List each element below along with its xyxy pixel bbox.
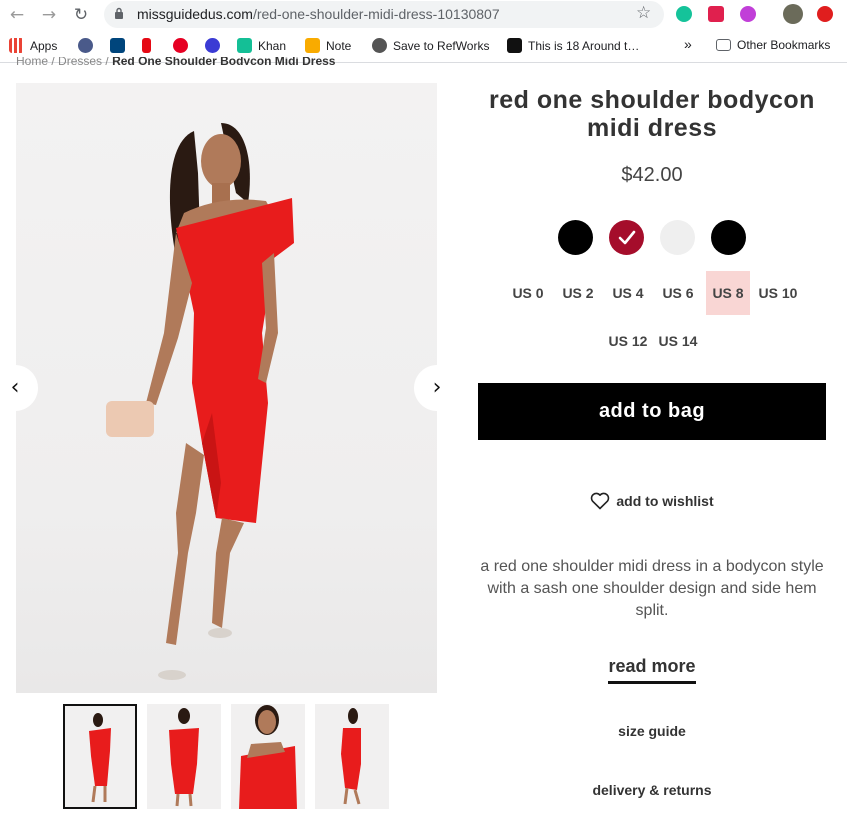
forward-arrow-icon[interactable]: → bbox=[38, 4, 60, 26]
gallery-next-button[interactable]: › bbox=[414, 365, 460, 411]
color-swatch-red-selected[interactable] bbox=[609, 220, 644, 255]
apps-grid-icon bbox=[9, 38, 24, 53]
model-photo bbox=[106, 123, 294, 680]
bookmark-khan[interactable]: Khan bbox=[237, 38, 286, 53]
color-swatch-white[interactable] bbox=[660, 220, 695, 255]
color-swatch-black-2[interactable] bbox=[711, 220, 746, 255]
breadcrumb-current: Red One Shoulder Bodycon Midi Dress bbox=[112, 57, 336, 65]
bookmark-star-icon[interactable]: ☆ bbox=[636, 3, 651, 23]
quizlet-icon bbox=[205, 38, 220, 53]
wishlist-label: add to wishlist bbox=[616, 493, 714, 509]
heart-icon bbox=[591, 492, 610, 510]
read-more-label: read more bbox=[608, 656, 696, 684]
bookmark-pinterest[interactable] bbox=[173, 38, 188, 53]
product-description: a red one shoulder midi dress in a bodyc… bbox=[480, 558, 824, 619]
other-bookmarks[interactable]: Other Bookmarks bbox=[716, 38, 830, 52]
thumbnail-3[interactable] bbox=[231, 704, 305, 809]
pinterest-icon bbox=[173, 38, 188, 53]
note-icon bbox=[305, 38, 320, 53]
size-option[interactable]: US 12 bbox=[603, 319, 653, 363]
folder-icon bbox=[716, 39, 731, 51]
bookmarks-overflow[interactable]: » bbox=[684, 36, 692, 52]
bookmark-1[interactable] bbox=[78, 38, 93, 53]
bookmark-quizlet[interactable] bbox=[205, 38, 220, 53]
size-option[interactable]: US 4 bbox=[603, 271, 653, 315]
bookmark-label: Khan bbox=[258, 38, 287, 53]
add-to-bag-button[interactable]: add to bag bbox=[478, 383, 826, 440]
back-arrow-icon[interactable]: ← bbox=[6, 4, 28, 26]
bookmark-netflix[interactable] bbox=[142, 38, 151, 53]
color-swatch-black[interactable] bbox=[558, 220, 593, 255]
reload-icon[interactable]: ↻ bbox=[70, 4, 92, 26]
browser-toolbar: ← → ↻ missguidedus.com/red-one-shoulder-… bbox=[0, 0, 847, 30]
size-guide-link[interactable]: size guide bbox=[478, 723, 826, 739]
bookmark-paypal[interactable] bbox=[110, 38, 125, 53]
thumbnail-1[interactable] bbox=[63, 704, 137, 809]
khan-icon bbox=[237, 38, 252, 53]
overflow-icon: » bbox=[684, 36, 692, 52]
grammarly-extension-icon[interactable] bbox=[676, 6, 692, 22]
profile-avatar[interactable] bbox=[783, 4, 803, 24]
bookmark-refworks[interactable]: Save to RefWorks bbox=[372, 38, 489, 53]
size-option[interactable]: US 10 bbox=[753, 271, 803, 315]
nyt-icon bbox=[507, 38, 522, 53]
bookmark-label: Note bbox=[326, 38, 352, 53]
thumbnail-4[interactable] bbox=[315, 704, 389, 809]
product-title: red one shoulder bodycon midi dress bbox=[489, 86, 815, 142]
breadcrumb-category[interactable]: Dresses bbox=[58, 57, 102, 65]
lock-icon bbox=[115, 7, 123, 19]
netflix-icon bbox=[142, 38, 151, 53]
thumbnail-strip bbox=[63, 704, 389, 809]
bookmark-1-icon bbox=[78, 38, 93, 53]
product-price: $42.00 bbox=[621, 164, 683, 186]
globe-icon bbox=[372, 38, 387, 53]
bookmark-label: Apps bbox=[30, 38, 58, 53]
bookmark-label: Save to RefWorks bbox=[393, 38, 490, 53]
extension-upload-icon[interactable] bbox=[817, 6, 833, 22]
thumbnail-photo bbox=[239, 705, 297, 809]
bookmark-apps[interactable]: Apps bbox=[9, 38, 57, 53]
breadcrumb-separator: / bbox=[105, 57, 109, 65]
bookmark-note[interactable]: Note bbox=[305, 38, 351, 53]
thumbnail-2[interactable] bbox=[147, 704, 221, 809]
extension-face-icon[interactable] bbox=[740, 6, 756, 22]
chevron-left-icon: ‹ bbox=[10, 375, 20, 400]
thumbnail-photo bbox=[89, 713, 111, 803]
read-more-link[interactable]: read more bbox=[478, 656, 826, 684]
add-to-wishlist-link[interactable]: add to wishlist bbox=[478, 492, 826, 510]
paypal-icon bbox=[110, 38, 125, 53]
bookmark-label: Other Bookmarks bbox=[737, 38, 831, 52]
checkmark-icon bbox=[618, 230, 636, 245]
thumbnail-photo bbox=[341, 708, 361, 805]
breadcrumb-separator: / bbox=[51, 57, 55, 65]
breadcrumb-home[interactable]: Home bbox=[16, 57, 48, 65]
delivery-returns-link[interactable]: delivery & returns bbox=[478, 782, 826, 798]
breadcrumb: Home / Dresses / Red One Shoulder Bodyco… bbox=[16, 57, 335, 65]
size-option[interactable]: US 2 bbox=[553, 271, 603, 315]
extension-r-icon[interactable] bbox=[708, 6, 724, 22]
size-option[interactable]: US 0 bbox=[503, 271, 553, 315]
thumbnail-photo bbox=[169, 708, 199, 807]
url-text[interactable]: missguidedus.com/red-one-shoulder-midi-d… bbox=[137, 6, 500, 22]
chevron-right-icon: › bbox=[432, 375, 442, 400]
size-options-row-2: US 12 US 14 bbox=[603, 319, 703, 363]
bookmark-nyt[interactable]: This is 18 Around t… bbox=[507, 38, 639, 53]
product-main-image[interactable] bbox=[16, 83, 437, 693]
size-options-row-1: US 0 US 2 US 4 US 6 US 8 US 10 bbox=[503, 271, 803, 315]
size-option[interactable]: US 14 bbox=[653, 319, 703, 363]
size-option[interactable]: US 6 bbox=[653, 271, 703, 315]
size-option-selected[interactable]: US 8 bbox=[706, 271, 750, 315]
bookmark-label: This is 18 Around t… bbox=[528, 38, 640, 53]
